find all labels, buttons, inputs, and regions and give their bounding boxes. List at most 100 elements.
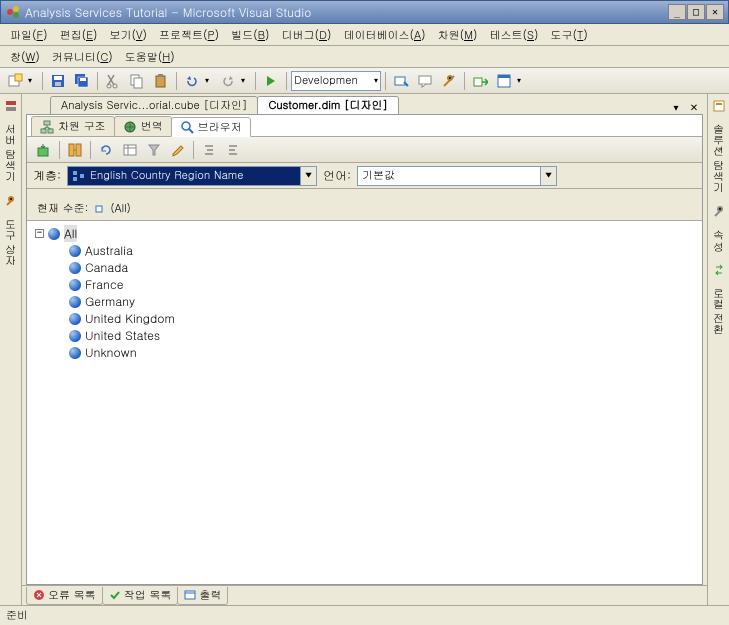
tools-button[interactable]	[438, 70, 460, 92]
hierarchy-combo[interactable]: English Country Region Name ▼	[67, 166, 317, 186]
hierarchy-label: 계층:	[33, 167, 61, 184]
tab-browser[interactable]: 브라우저	[171, 117, 251, 137]
indent-button[interactable]	[198, 139, 220, 161]
menu-build[interactable]: 빌드(B)	[225, 24, 275, 45]
copy-button[interactable]	[126, 70, 148, 92]
current-level-row: 현재 수준: (All)	[27, 197, 702, 221]
tree-member-node[interactable]: France	[69, 276, 694, 293]
tree-member-label: United Kingdom	[85, 310, 175, 327]
doc-tab-customer-dim[interactable]: Customer.dim [디자인]	[257, 96, 399, 114]
task-icon	[109, 589, 121, 601]
menu-project[interactable]: 프로젝트(P)	[153, 24, 225, 45]
output-tab[interactable]: 출력	[177, 587, 228, 605]
undo-dropdown-icon[interactable]: ▾	[205, 75, 215, 86]
tab-structure-label: 차원 구조	[58, 119, 106, 134]
tree-member-node[interactable]: United Kingdom	[69, 310, 694, 327]
tab-dimension-structure[interactable]: 차원 구조	[31, 116, 115, 136]
menu-view[interactable]: 보기(V)	[103, 24, 153, 45]
member-icon	[69, 279, 81, 291]
close-document-button[interactable]: ✕	[687, 100, 701, 114]
tab-translate-label: 번역	[141, 119, 163, 134]
reconnect-button[interactable]	[64, 139, 86, 161]
task-list-tab[interactable]: 작업 목록	[102, 587, 179, 605]
menu-file[interactable]: 파일(F)	[4, 24, 54, 45]
document-area: Analysis Servic...orial.cube [디자인] Custo…	[22, 94, 707, 605]
writeback-button[interactable]	[167, 139, 189, 161]
tree-root-node[interactable]: − All	[35, 225, 694, 242]
menu-tools[interactable]: 도구(T)	[544, 24, 593, 45]
menu-dimension[interactable]: 차원(M)	[432, 24, 484, 45]
tree-member-node[interactable]: Australia	[69, 242, 694, 259]
tree-root-label: All	[64, 225, 77, 242]
menu-window[interactable]: 창(W)	[4, 46, 46, 67]
local-switch-tab[interactable]: 로컬 전환	[709, 282, 728, 342]
outdent-button[interactable]	[222, 139, 244, 161]
properties-icon[interactable]	[711, 204, 727, 220]
toolbox-tab[interactable]: 도구 상자	[1, 213, 20, 273]
tree-member-node[interactable]: Canada	[69, 259, 694, 276]
tab-list-dropdown-icon[interactable]: ▾	[669, 100, 683, 114]
browser-toolbar	[27, 137, 702, 163]
save-button[interactable]	[47, 70, 69, 92]
tree-member-label: Australia	[85, 242, 133, 259]
new-project-button[interactable]	[4, 70, 26, 92]
app-icon	[5, 4, 21, 20]
document-tabs: Analysis Servic...orial.cube [디자인] Custo…	[22, 94, 707, 114]
tree-member-label: Germany	[85, 293, 135, 310]
tree-children: AustraliaCanadaFranceGermanyUnited Kingd…	[35, 242, 694, 361]
toolbox-icon[interactable]	[3, 193, 19, 209]
doc-tab-cube-label: Analysis Servic...orial.cube [디자인]	[61, 98, 247, 113]
deploy-button[interactable]	[469, 70, 491, 92]
title-bar: Analysis Services Tutorial - Microsoft V…	[0, 0, 729, 24]
menu-community[interactable]: 커뮤니티(C)	[46, 46, 119, 67]
close-button[interactable]: ✕	[706, 4, 724, 20]
solution-explorer-icon[interactable]	[711, 98, 727, 114]
tab-translations[interactable]: 번역	[114, 116, 172, 136]
member-properties-button[interactable]	[119, 139, 141, 161]
undo-button[interactable]	[181, 70, 203, 92]
menu-edit[interactable]: 편집(E)	[54, 24, 104, 45]
comment-button[interactable]	[414, 70, 436, 92]
current-level-value: (All)	[110, 201, 130, 216]
language-combo[interactable]: 기본값 ▼	[357, 166, 557, 186]
status-text: 준비	[6, 608, 28, 623]
process-button[interactable]	[33, 139, 55, 161]
window-layout-button[interactable]	[493, 70, 515, 92]
language-label: 언어:	[323, 167, 351, 184]
language-dropdown-icon[interactable]: ▼	[540, 167, 556, 185]
save-all-button[interactable]	[71, 70, 93, 92]
tree-member-node[interactable]: Unknown	[69, 344, 694, 361]
menu-help[interactable]: 도움말(H)	[119, 46, 181, 67]
menu-bar-2: 창(W) 커뮤니티(C) 도움말(H)	[0, 46, 729, 68]
maximize-button[interactable]: □	[687, 4, 705, 20]
local-switch-icon[interactable]	[711, 262, 727, 278]
properties-tab[interactable]: 속성	[709, 224, 728, 258]
cut-button[interactable]	[102, 70, 124, 92]
server-explorer-tab[interactable]: 서버 탐색기	[1, 118, 20, 189]
tree-member-node[interactable]: United States	[69, 327, 694, 344]
start-debug-button[interactable]	[260, 70, 282, 92]
menu-test[interactable]: 테스트(S)	[484, 24, 545, 45]
window-title: Analysis Services Tutorial - Microsoft V…	[25, 4, 667, 21]
member-icon	[69, 330, 81, 342]
expand-collapse-icon[interactable]: −	[35, 229, 44, 238]
doc-tab-cube[interactable]: Analysis Servic...orial.cube [디자인]	[50, 96, 258, 114]
hierarchy-dropdown-icon[interactable]: ▼	[300, 167, 316, 185]
paste-button[interactable]	[150, 70, 172, 92]
solution-config-combo[interactable]: Developmen▾	[291, 71, 381, 91]
find-button[interactable]	[390, 70, 412, 92]
menu-debug[interactable]: 디버그(D)	[276, 24, 338, 45]
document-body: 차원 구조 번역 브라우저	[26, 114, 703, 585]
redo-button[interactable]	[217, 70, 239, 92]
refresh-button[interactable]	[95, 139, 117, 161]
layout-dropdown-icon[interactable]: ▾	[517, 75, 527, 86]
solution-explorer-tab[interactable]: 솔루션 탐색기	[709, 118, 728, 200]
tree-member-node[interactable]: Germany	[69, 293, 694, 310]
server-explorer-icon[interactable]	[3, 98, 19, 114]
filter-button[interactable]	[143, 139, 165, 161]
redo-dropdown-icon[interactable]: ▾	[241, 75, 251, 86]
minimize-button[interactable]: _	[668, 4, 686, 20]
error-list-tab[interactable]: 오류 목록	[26, 587, 103, 605]
menu-database[interactable]: 데이터베이스(A)	[337, 24, 431, 45]
new-dropdown-icon[interactable]: ▾	[28, 75, 38, 86]
